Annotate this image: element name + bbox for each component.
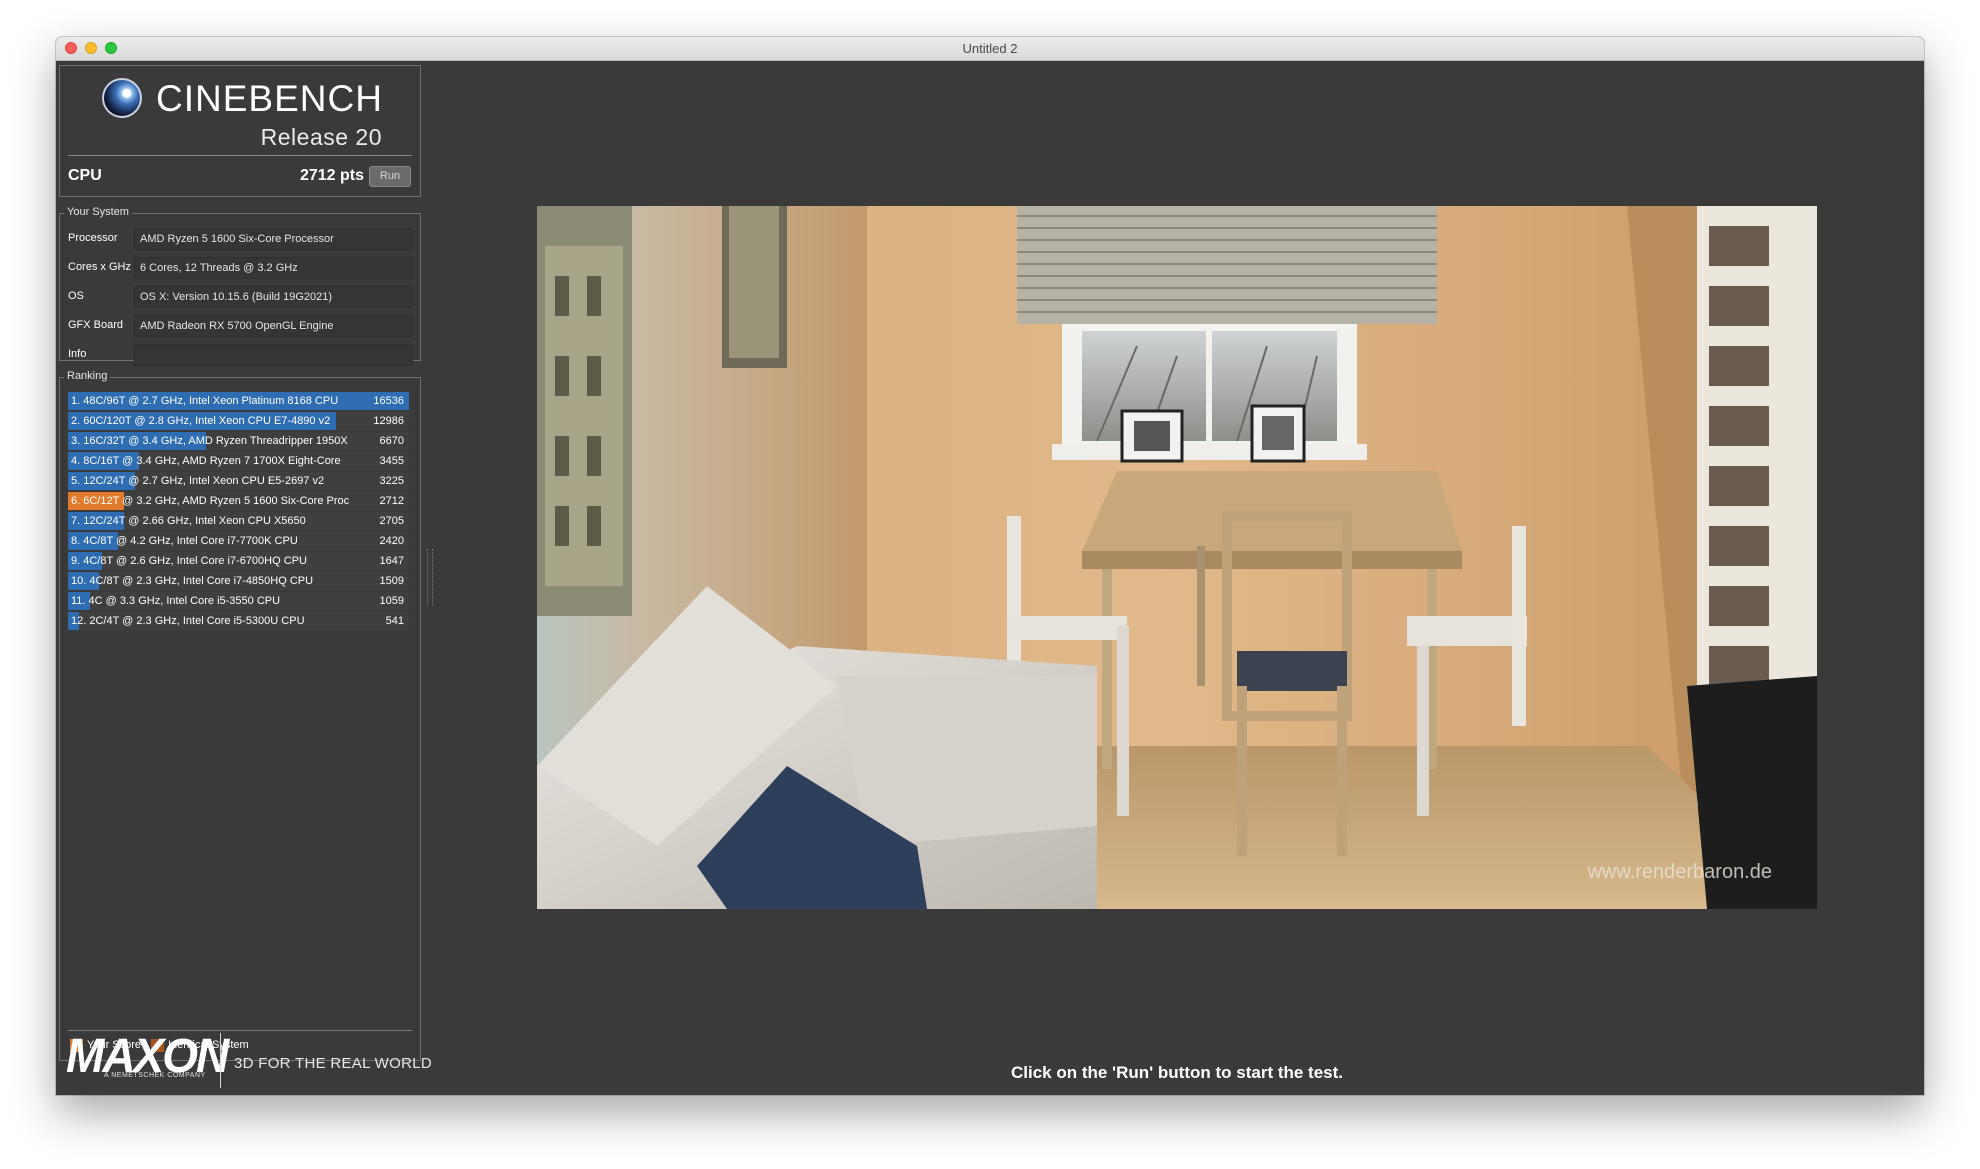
- ranking-row-score: 3455: [379, 455, 404, 467]
- ranking-row-score: 6670: [379, 435, 404, 447]
- ranking-row-label: 9. 4C/8T @ 2.6 GHz, Intel Core i7-6700HQ…: [71, 555, 307, 567]
- ranking-row[interactable]: 10. 4C/8T @ 2.3 GHz, Intel Core i7-4850H…: [68, 572, 409, 590]
- ranking-row[interactable]: 3. 16C/32T @ 3.4 GHz, AMD Ryzen Threadri…: [68, 432, 409, 450]
- ranking-row-score: 2420: [379, 535, 404, 547]
- system-label: Info: [68, 348, 87, 360]
- ranking-title: Ranking: [64, 370, 111, 382]
- app-window: Untitled 2 CINEBENCH Release 20 CPU 2712…: [56, 37, 1924, 1095]
- ranking-row-score: 2712: [379, 495, 404, 507]
- ranking-row[interactable]: 9. 4C/8T @ 2.6 GHz, Intel Core i7-6700HQ…: [68, 552, 409, 570]
- ranking-row[interactable]: 8. 4C/8T @ 4.2 GHz, Intel Core i7-7700K …: [68, 532, 409, 550]
- system-label: Processor: [68, 232, 118, 244]
- info-field[interactable]: [134, 344, 413, 366]
- system-label: GFX Board: [68, 319, 124, 331]
- system-label: Cores x GHz: [68, 261, 131, 273]
- your-system-panel: Your System Processor AMD Ryzen 5 1600 S…: [59, 206, 421, 366]
- cinebench-logo-icon: [102, 78, 142, 118]
- your-system-title: Your System: [64, 206, 132, 218]
- test-label: CPU: [68, 167, 102, 184]
- room-render-image: www.renderbaron.de: [537, 206, 1817, 909]
- ranking-row-label: 1. 48C/96T @ 2.7 GHz, Intel Xeon Platinu…: [71, 395, 339, 407]
- panel-splitter-handle[interactable]: [427, 549, 433, 605]
- ranking-row-score: 1647: [379, 555, 404, 567]
- title-bar: Untitled 2: [56, 37, 1924, 61]
- ranking-row-label: 8. 4C/8T @ 4.2 GHz, Intel Core i7-7700K …: [71, 535, 298, 547]
- ranking-row-label: 11. 4C @ 3.3 GHz, Intel Core i5-3550 CPU: [71, 595, 281, 607]
- system-row-info: Info: [68, 344, 413, 366]
- ranking-row-score: 541: [385, 615, 404, 627]
- ranking-row-label: 5. 12C/24T @ 2.7 GHz, Intel Xeon CPU E5-…: [71, 475, 325, 487]
- system-value: 6 Cores, 12 Threads @ 3.2 GHz: [134, 257, 413, 279]
- ranking-row-score: 3225: [379, 475, 404, 487]
- ranking-row-label: 10. 4C/8T @ 2.3 GHz, Intel Core i7-4850H…: [71, 575, 314, 587]
- ranking-row-label: 7. 12C/24T @ 2.66 GHz, Intel Xeon CPU X5…: [71, 515, 306, 527]
- ranking-row-score: 1059: [379, 595, 404, 607]
- ranking-row[interactable]: 5. 12C/24T @ 2.7 GHz, Intel Xeon CPU E5-…: [68, 472, 409, 490]
- ranking-row-label: 12. 2C/4T @ 2.3 GHz, Intel Core i5-5300U…: [71, 615, 305, 627]
- ranking-row-score: 1509: [379, 575, 404, 587]
- ranking-row-label: 4. 8C/16T @ 3.4 GHz, AMD Ryzen 7 1700X E…: [71, 455, 341, 467]
- system-row-gfx: GFX Board AMD Radeon RX 5700 OpenGL Engi…: [68, 315, 413, 337]
- system-row-os: OS OS X: Version 10.15.6 (Build 19G2021): [68, 286, 413, 308]
- system-row-cores: Cores x GHz 6 Cores, 12 Threads @ 3.2 GH…: [68, 257, 413, 279]
- ranking-row[interactable]: 12. 2C/4T @ 2.3 GHz, Intel Core i5-5300U…: [68, 612, 409, 630]
- ranking-row[interactable]: 1. 48C/96T @ 2.7 GHz, Intel Xeon Platinu…: [68, 392, 409, 410]
- render-watermark: www.renderbaron.de: [1586, 861, 1772, 883]
- ranking-row-score: 2705: [379, 515, 404, 527]
- ranking-row-label: 3. 16C/32T @ 3.4 GHz, AMD Ryzen Threadri…: [71, 435, 348, 447]
- ranking-row-label: 6. 6C/12T @ 3.2 GHz, AMD Ryzen 5 1600 Si…: [71, 495, 350, 507]
- ranking-row-score: 16536: [373, 395, 404, 407]
- system-value: AMD Radeon RX 5700 OpenGL Engine: [134, 315, 413, 337]
- maxon-tagline: 3D FOR THE REAL WORLD: [234, 1055, 432, 1072]
- system-row-processor: Processor AMD Ryzen 5 1600 Six-Core Proc…: [68, 228, 413, 250]
- app-name: CINEBENCH: [156, 78, 383, 119]
- ranking-row-score: 12986: [373, 415, 404, 427]
- app-release: Release 20: [260, 124, 382, 150]
- test-score: 2712 pts: [299, 167, 364, 184]
- ranking-row-label: 2. 60C/120T @ 2.8 GHz, Intel Xeon CPU E7…: [71, 415, 331, 427]
- ranking-row[interactable]: 11. 4C @ 3.3 GHz, Intel Core i5-3550 CPU…: [68, 592, 409, 610]
- system-label: OS: [68, 290, 84, 302]
- header-divider: [68, 155, 412, 156]
- ranking-panel: Ranking Your Score Identical System 1. 4…: [59, 370, 421, 1061]
- ranking-row[interactable]: 7. 12C/24T @ 2.66 GHz, Intel Xeon CPU X5…: [68, 512, 409, 530]
- ranking-row[interactable]: 2. 60C/120T @ 2.8 GHz, Intel Xeon CPU E7…: [68, 412, 409, 430]
- system-value: OS X: Version 10.15.6 (Build 19G2021): [134, 286, 413, 308]
- footer-divider: [220, 1033, 221, 1088]
- benchmark-header-panel: CINEBENCH Release 20 CPU 2712 pts Run: [59, 65, 421, 197]
- ranking-row[interactable]: 4. 8C/16T @ 3.4 GHz, AMD Ryzen 7 1700X E…: [68, 452, 409, 470]
- render-view: www.renderbaron.de: [537, 206, 1817, 909]
- maxon-subtitle: A NEMETSCHEK COMPANY: [104, 1072, 206, 1079]
- ranking-row-your-score[interactable]: 6. 6C/12T @ 3.2 GHz, AMD Ryzen 5 1600 Si…: [68, 492, 409, 510]
- window-title: Untitled 2: [962, 41, 1018, 56]
- status-message: Click on the 'Run' button to start the t…: [1010, 1063, 1344, 1082]
- system-value: AMD Ryzen 5 1600 Six-Core Processor: [134, 228, 413, 250]
- run-button[interactable]: Run: [369, 166, 411, 187]
